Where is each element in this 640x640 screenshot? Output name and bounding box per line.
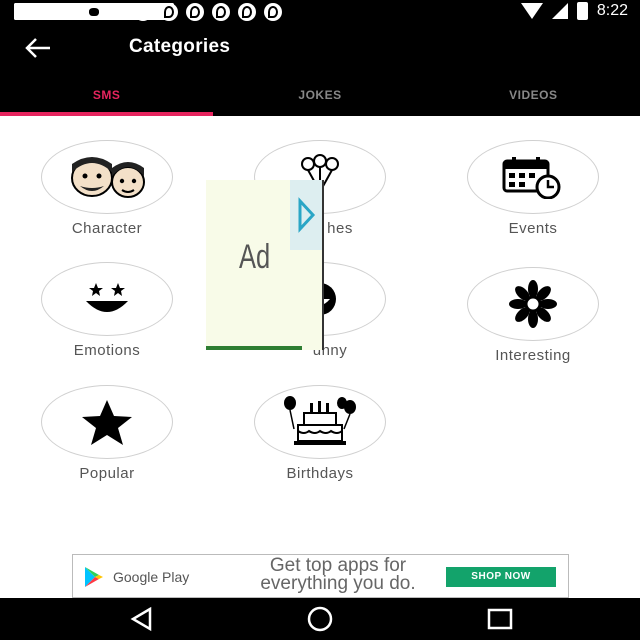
category-circle [41, 385, 173, 459]
category-circle [467, 140, 599, 214]
category-character[interactable]: Character [27, 140, 187, 237]
battery-icon [576, 2, 588, 20]
banner-ad[interactable]: Google Play Get top apps for everything … [72, 554, 569, 598]
pinterest-icon [212, 3, 230, 21]
category-label: Birthdays [286, 465, 354, 482]
shop-now-button[interactable]: SHOP NOW [446, 567, 556, 587]
google-play-logo: Google Play [83, 565, 189, 589]
category-label: Interesting [495, 347, 571, 364]
tab-videos[interactable]: VIDEOS [427, 80, 640, 116]
ad-label: Ad [239, 238, 271, 276]
notification-icons: esc [14, 3, 282, 21]
category-label: Popular [79, 465, 135, 482]
navigation-bar [0, 598, 640, 640]
category-circle [254, 385, 386, 459]
pinterest-icon [238, 3, 256, 21]
category-circle [467, 267, 599, 341]
calendar-clock-icon [502, 157, 561, 199]
ad-progress-bar [206, 346, 302, 350]
category-popular[interactable]: Popular [27, 385, 187, 482]
pinterest-icon [264, 3, 282, 21]
category-events[interactable]: Events [453, 140, 613, 237]
category-circle [41, 262, 173, 336]
tab-bar: SMS JOKES VIDEOS [0, 80, 640, 116]
cake-icon [284, 396, 356, 445]
app-bar: Categories SMS JOKES VIDEOS [0, 24, 640, 116]
pinterest-icon [186, 3, 204, 21]
pinterest-icon [160, 3, 178, 21]
ad-choices-icon [298, 197, 316, 233]
smiley-icon [86, 283, 128, 312]
tab-sms[interactable]: SMS [0, 80, 213, 116]
flower-icon [509, 280, 557, 328]
cat-icon [14, 3, 174, 20]
clock: 8:22 [596, 2, 628, 19]
category-label: Emotions [73, 342, 141, 359]
category-circle [41, 140, 173, 214]
star-icon [82, 400, 132, 445]
category-emotions[interactable]: Emotions [27, 262, 187, 359]
home-nav-icon[interactable] [305, 606, 335, 632]
status-bar: esc 8:22 [0, 0, 640, 24]
category-interesting[interactable]: Interesting [453, 267, 613, 364]
page-title: Categories [129, 36, 231, 57]
play-store-icon [85, 567, 103, 587]
ad-overlay[interactable]: Ad [206, 180, 324, 350]
back-nav-icon[interactable] [128, 606, 156, 632]
ad-choices-tab[interactable] [290, 180, 322, 250]
faces-icon [71, 157, 145, 198]
category-label: Events [508, 220, 558, 237]
recents-nav-icon[interactable] [486, 606, 514, 632]
signal-icon [551, 3, 568, 19]
category-label: Character [71, 220, 143, 237]
wifi-icon [520, 3, 543, 19]
store-name: Google Play [113, 569, 190, 585]
category-birthdays[interactable]: Birthdays [240, 385, 400, 482]
back-arrow-icon[interactable] [24, 36, 52, 60]
banner-message: Get top apps for everything you do. [260, 555, 416, 594]
tab-jokes[interactable]: JOKES [213, 80, 426, 116]
